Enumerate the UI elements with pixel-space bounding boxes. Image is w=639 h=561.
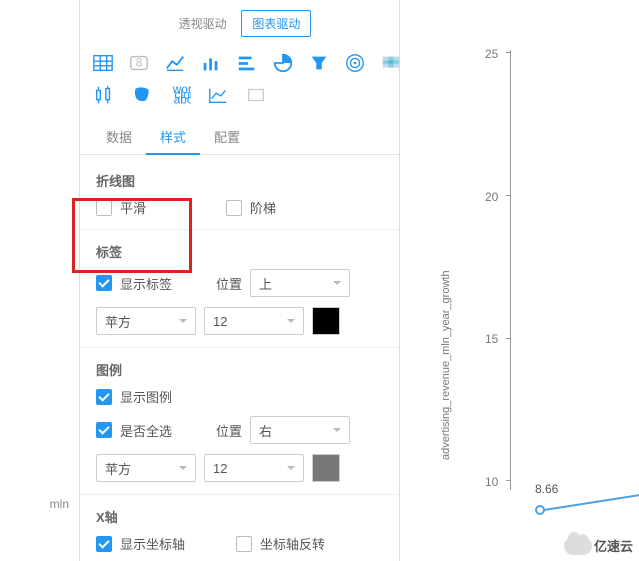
select-all-label: 是否全选 — [120, 421, 180, 440]
label-section-title: 标签 — [96, 242, 383, 261]
config-panel: 透视驱动 图表驱动 8 wordcloudabc 数据 样式 配置 折线图 — [80, 0, 400, 561]
step-checkbox[interactable] — [226, 200, 242, 216]
funnel-icon[interactable] — [308, 51, 330, 75]
y-tick-mark — [506, 338, 510, 339]
pie-chart-icon[interactable] — [272, 51, 294, 75]
y-tick-mark — [506, 52, 510, 53]
chart-drive-button[interactable]: 图表驱动 — [241, 10, 311, 37]
cloud-icon — [564, 537, 592, 555]
y-axis-label: advertising_revenue_mln_year_growth — [440, 270, 452, 460]
y-tick-10: 10 — [485, 475, 498, 489]
show-xaxis-label: 显示坐标轴 — [120, 534, 200, 553]
step-label: 阶梯 — [250, 198, 276, 217]
metric-icon[interactable]: 8 — [128, 51, 150, 75]
legend-font-select[interactable]: 苹方 — [96, 454, 196, 482]
label-size-select[interactable]: 12 — [204, 307, 304, 335]
line-section-title: 折线图 — [96, 171, 383, 190]
chart-preview: advertising_revenue_mln_year_growth 25 2… — [400, 0, 639, 561]
xaxis-section-title: X轴 — [96, 507, 383, 526]
show-label-checkbox[interactable] — [96, 275, 112, 291]
style-content[interactable]: 折线图 平滑 阶梯 标签 显示标签 位置 上 苹方 12 图例 显示图例 — [80, 155, 399, 561]
heatmap-icon[interactable] — [380, 51, 402, 75]
line-chart-icon[interactable] — [164, 51, 186, 75]
chart-line-segment — [520, 490, 639, 530]
reverse-xaxis-label: 坐标轴反转 — [260, 534, 325, 553]
tab-config[interactable]: 配置 — [200, 119, 254, 154]
show-label-label: 显示标签 — [120, 274, 180, 293]
bar-chart-icon[interactable] — [200, 51, 222, 75]
left-label: mln — [50, 497, 69, 511]
show-legend-checkbox[interactable] — [96, 389, 112, 405]
panel-tabs: 数据 样式 配置 — [80, 119, 399, 155]
legend-size-select[interactable]: 12 — [204, 454, 304, 482]
tab-data[interactable]: 数据 — [92, 119, 146, 154]
blank-icon[interactable] — [244, 83, 268, 107]
legend-position-select[interactable]: 右 — [250, 416, 350, 444]
show-xaxis-checkbox[interactable] — [96, 536, 112, 552]
label-color-swatch[interactable] — [312, 307, 340, 335]
perspective-drive-button[interactable]: 透视驱动 — [168, 10, 238, 37]
map-icon[interactable] — [130, 83, 154, 107]
smooth-checkbox[interactable] — [96, 200, 112, 216]
table-icon[interactable] — [92, 51, 114, 75]
show-legend-label: 显示图例 — [120, 387, 180, 406]
chart-type-grid: 8 wordcloudabc — [80, 47, 399, 119]
y-axis-line — [510, 50, 511, 490]
reverse-xaxis-checkbox[interactable] — [236, 536, 252, 552]
hbar-chart-icon[interactable] — [236, 51, 258, 75]
y-tick-25: 25 — [485, 47, 498, 61]
radar-icon[interactable] — [344, 51, 366, 75]
area-chart-icon[interactable] — [206, 83, 230, 107]
legend-position-label: 位置 — [216, 421, 242, 440]
legend-section-title: 图例 — [96, 360, 383, 379]
svg-text:abc: abc — [174, 92, 191, 106]
label-position-label: 位置 — [216, 274, 242, 293]
y-tick-15: 15 — [485, 332, 498, 346]
legend-color-swatch[interactable] — [312, 454, 340, 482]
smooth-label: 平滑 — [120, 198, 180, 217]
drive-toggle: 透视驱动 图表驱动 — [80, 0, 399, 47]
label-font-select[interactable]: 苹方 — [96, 307, 196, 335]
svg-text:8: 8 — [136, 56, 143, 70]
boxplot-icon[interactable] — [92, 83, 116, 107]
tab-style[interactable]: 样式 — [146, 119, 200, 154]
y-tick-mark — [506, 195, 510, 196]
watermark: 亿速云 — [564, 536, 633, 555]
y-tick-20: 20 — [485, 190, 498, 204]
wordcloud-icon[interactable]: wordcloudabc — [168, 83, 192, 107]
y-tick-mark — [506, 480, 510, 481]
select-all-checkbox[interactable] — [96, 422, 112, 438]
label-position-select[interactable]: 上 — [250, 269, 350, 297]
